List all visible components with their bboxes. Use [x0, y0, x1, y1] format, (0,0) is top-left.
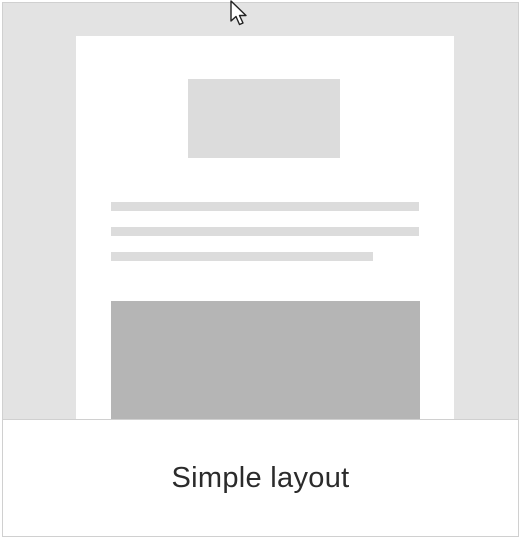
preview-page — [76, 36, 454, 419]
placeholder-text-line — [111, 227, 419, 236]
placeholder-text-line — [111, 202, 419, 211]
placeholder-logo-block — [188, 79, 340, 158]
mouse-pointer-icon — [230, 0, 247, 26]
template-preview — [3, 3, 518, 419]
placeholder-image-block — [111, 301, 420, 419]
template-card-simple-layout[interactable]: Simple layout — [2, 2, 519, 537]
template-label: Simple layout — [171, 462, 350, 494]
placeholder-text-line — [111, 252, 373, 261]
